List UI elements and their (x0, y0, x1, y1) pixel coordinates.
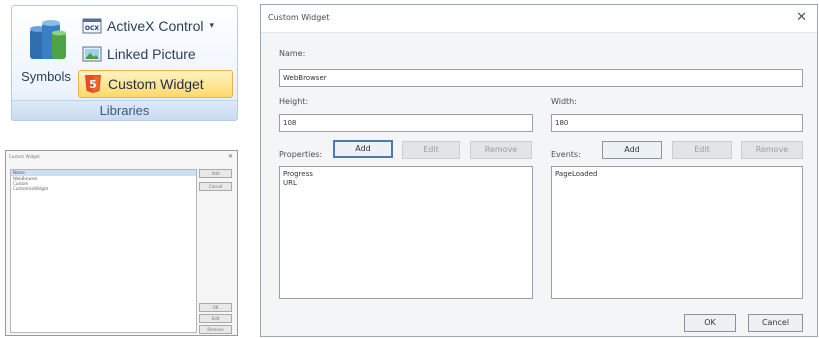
chevron-down-icon[interactable]: ▾ (209, 21, 214, 31)
linked-picture-button[interactable]: Linked Picture (82, 42, 232, 66)
height-input[interactable]: 108 (279, 114, 533, 132)
dialog-title: Custom Widget (268, 13, 330, 22)
properties-label: Properties: (279, 150, 323, 159)
mini-remove-button[interactable]: Remove (199, 325, 232, 334)
mini-cancel-button[interactable]: Cancel (199, 182, 232, 191)
html5-icon: 5 (85, 75, 101, 93)
events-label: Events: (551, 150, 581, 159)
width-label: Width: (551, 97, 577, 106)
width-input[interactable]: 180 (551, 114, 803, 132)
custom-widget-dialog: Custom Widget ✕ Name: WebBrowser Height:… (260, 4, 818, 337)
edit-property-button[interactable]: Edit (402, 141, 460, 159)
symbols-label: Symbols (21, 69, 71, 84)
mini-edit-button[interactable]: Edit (199, 314, 232, 323)
activex-control-button[interactable]: OCX ActiveX Control ▾ (82, 14, 232, 38)
svg-text:OCX: OCX (85, 25, 100, 32)
close-icon[interactable]: ✕ (228, 153, 233, 160)
height-label: Height: (279, 97, 309, 106)
custom-widget-list-dialog: Custom Widget ✕ Name WebBrowser Custom C… (5, 150, 238, 336)
linked-picture-label: Linked Picture (107, 46, 196, 62)
cancel-button[interactable]: Cancel (748, 314, 803, 332)
add-event-button[interactable]: Add (602, 141, 662, 159)
remove-event-button[interactable]: Remove (741, 141, 803, 159)
mini-dialog-title: Custom Widget (9, 154, 40, 159)
name-label: Name: (279, 49, 306, 58)
list-item[interactable]: CustomizeWidget (11, 186, 196, 191)
list-item[interactable]: URL (283, 179, 529, 188)
ocx-icon: OCX (82, 18, 102, 34)
ok-button[interactable]: OK (684, 314, 736, 332)
name-input[interactable]: WebBrowser (279, 69, 803, 87)
ribbon-libraries-group: Symbols OCX ActiveX Control ▾ Linked Pic… (11, 5, 238, 121)
symbols-button[interactable]: Symbols (14, 10, 78, 96)
events-list[interactable]: PageLoaded (551, 166, 803, 299)
edit-event-button[interactable]: Edit (672, 141, 732, 159)
dialog-titlebar: Custom Widget ✕ (261, 5, 817, 33)
remove-property-button[interactable]: Remove (470, 141, 532, 159)
libraries-group-label: Libraries (12, 100, 237, 120)
activex-control-label: ActiveX Control (107, 18, 204, 34)
svg-text:5: 5 (89, 78, 97, 91)
mini-add-button[interactable]: Add (199, 169, 232, 178)
properties-list[interactable]: Progress URL (279, 166, 533, 299)
mini-ok-button[interactable]: OK (199, 303, 232, 312)
add-property-button[interactable]: Add (333, 140, 393, 158)
linked-picture-icon (82, 46, 102, 62)
list-item[interactable]: Progress (283, 170, 529, 179)
close-icon[interactable]: ✕ (796, 10, 807, 25)
widget-list[interactable]: Name WebBrowser Custom CustomizeWidget (10, 169, 197, 333)
custom-widget-button[interactable]: 5 Custom Widget (78, 70, 233, 98)
custom-widget-label: Custom Widget (108, 76, 204, 92)
list-item[interactable]: PageLoaded (555, 170, 799, 179)
symbols-icon (30, 20, 66, 59)
